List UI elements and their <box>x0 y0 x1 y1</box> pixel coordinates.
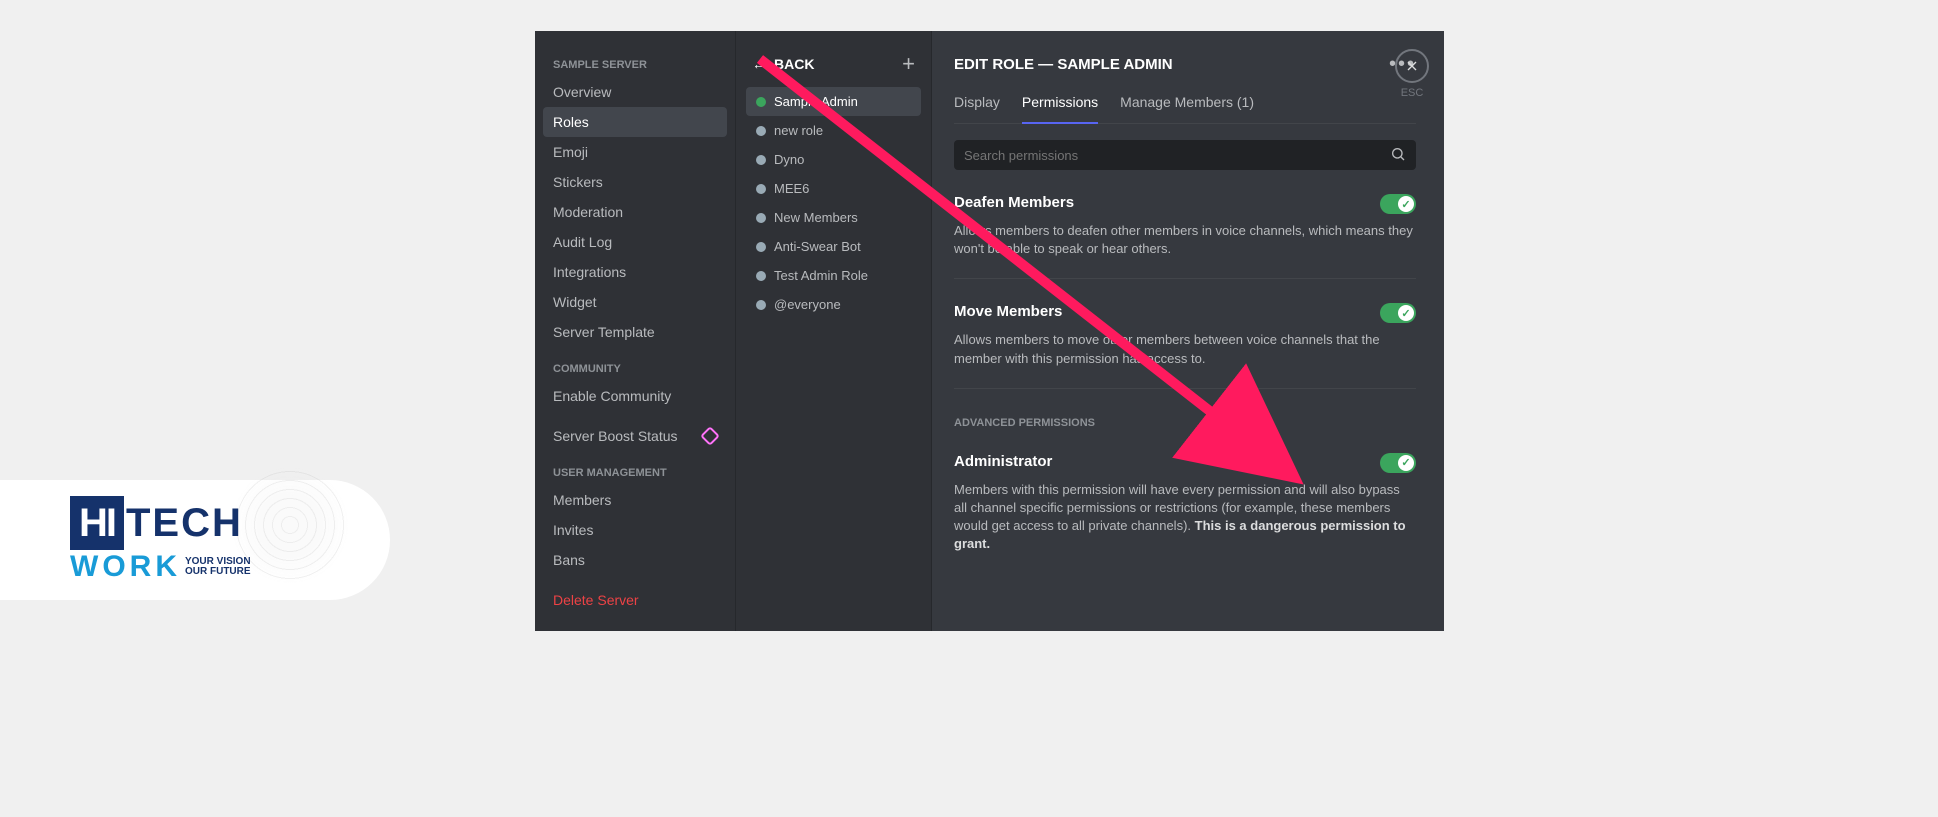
nav-delete-server[interactable]: Delete Server <box>543 585 727 615</box>
nav-emoji[interactable]: Emoji <box>543 137 727 167</box>
role-color-dot <box>756 271 766 281</box>
role-tabs: Display Permissions Manage Members (1) <box>954 94 1416 124</box>
role-name: Test Admin Role <box>774 268 868 283</box>
edit-role-panel: EDIT ROLE — SAMPLE ADMIN ••• Display Per… <box>932 31 1444 631</box>
role-item[interactable]: New Members <box>746 203 921 232</box>
permission-administrator: Administrator Members with this permissi… <box>954 453 1416 574</box>
nav-invites[interactable]: Invites <box>543 515 727 545</box>
permission-title: Deafen Members <box>954 194 1074 211</box>
role-name: @everyone <box>774 297 841 312</box>
role-color-dot <box>756 184 766 194</box>
search-icon <box>1390 146 1406 165</box>
section-header-server: SAMPLE SERVER <box>543 53 727 77</box>
nav-moderation[interactable]: Moderation <box>543 197 727 227</box>
role-color-dot <box>756 242 766 252</box>
nav-integrations[interactable]: Integrations <box>543 257 727 287</box>
role-item[interactable]: Anti-Swear Bot <box>746 232 921 261</box>
role-color-dot <box>756 300 766 310</box>
logo-mark: HI <box>70 496 124 550</box>
logo-tagline: YOUR VISION OUR FUTURE <box>185 557 251 578</box>
close-button[interactable] <box>1395 49 1429 83</box>
role-item[interactable]: new role <box>746 116 921 145</box>
toggle-move-members[interactable] <box>1380 303 1416 323</box>
permission-search[interactable] <box>954 140 1416 170</box>
permission-title: Move Members <box>954 303 1062 320</box>
close-settings: ESC <box>1395 49 1429 99</box>
add-role-button[interactable]: + <box>902 53 915 75</box>
nav-members[interactable]: Members <box>543 485 727 515</box>
role-color-dot <box>756 155 766 165</box>
back-label: BACK <box>774 56 814 72</box>
role-item[interactable]: Sample Admin <box>746 87 921 116</box>
role-color-dot <box>756 97 766 107</box>
close-icon <box>1404 58 1420 74</box>
role-item[interactable]: MEE6 <box>746 174 921 203</box>
nav-overview[interactable]: Overview <box>543 77 727 107</box>
role-color-dot <box>756 213 766 223</box>
brand-logo-badge: HI TECH WORK YOUR VISION OUR FUTURE <box>0 480 390 600</box>
tab-display[interactable]: Display <box>954 94 1000 123</box>
permission-description: Members with this permission will have e… <box>954 481 1416 554</box>
permission-deafen-members: Deafen Members Allows members to deafen … <box>954 194 1416 279</box>
permission-title: Administrator <box>954 453 1052 470</box>
role-name: New Members <box>774 210 858 225</box>
role-name: Anti-Swear Bot <box>774 239 861 254</box>
logo-text-top: TECH <box>126 501 243 546</box>
back-button[interactable]: ← BACK <box>752 56 814 72</box>
nav-bans[interactable]: Bans <box>543 545 727 575</box>
permission-move-members: Move Members Allows members to move othe… <box>954 303 1416 388</box>
esc-label: ESC <box>1395 87 1429 99</box>
section-header-user-mgmt: USER MANAGEMENT <box>543 461 727 485</box>
nav-enable-community[interactable]: Enable Community <box>543 381 727 411</box>
permission-description: Allows members to deafen other members i… <box>954 222 1416 258</box>
nav-server-boost[interactable]: Server Boost Status <box>543 421 727 451</box>
tab-manage-members[interactable]: Manage Members (1) <box>1120 94 1254 123</box>
nav-server-template[interactable]: Server Template <box>543 317 727 347</box>
nav-audit-log[interactable]: Audit Log <box>543 227 727 257</box>
discord-settings-window: SAMPLE SERVER Overview Roles Emoji Stick… <box>535 31 1444 631</box>
section-header-community: COMMUNITY <box>543 357 727 381</box>
arrow-left-icon: ← <box>752 56 766 72</box>
tab-permissions[interactable]: Permissions <box>1022 94 1098 124</box>
role-item[interactable]: Dyno <box>746 145 921 174</box>
server-settings-sidebar: SAMPLE SERVER Overview Roles Emoji Stick… <box>535 31 735 631</box>
nav-roles[interactable]: Roles <box>543 107 727 137</box>
nav-stickers[interactable]: Stickers <box>543 167 727 197</box>
nav-widget[interactable]: Widget <box>543 287 727 317</box>
role-name: Dyno <box>774 152 804 167</box>
brand-logo: HI TECH WORK YOUR VISION OUR FUTURE <box>70 496 251 584</box>
role-color-dot <box>756 126 766 136</box>
roles-list-column: ← BACK + Sample Admin new role Dyno MEE6 New… <box>735 31 932 631</box>
edit-role-title: EDIT ROLE — SAMPLE ADMIN <box>954 56 1173 73</box>
logo-text-bottom: WORK <box>70 550 181 584</box>
toggle-administrator[interactable] <box>1380 453 1416 473</box>
boost-gem-icon <box>700 426 720 446</box>
permission-search-input[interactable] <box>964 148 1390 163</box>
role-name: Sample Admin <box>774 94 858 109</box>
permission-description: Allows members to move other members bet… <box>954 331 1416 367</box>
role-name: new role <box>774 123 823 138</box>
role-name: MEE6 <box>774 181 809 196</box>
role-item[interactable]: Test Admin Role <box>746 261 921 290</box>
nav-server-boost-label: Server Boost Status <box>553 428 678 444</box>
role-item[interactable]: @everyone <box>746 290 921 319</box>
logo-tagline-2: OUR FUTURE <box>185 567 251 578</box>
toggle-deafen-members[interactable] <box>1380 194 1416 214</box>
advanced-permissions-header: ADVANCED PERMISSIONS <box>954 417 1416 429</box>
